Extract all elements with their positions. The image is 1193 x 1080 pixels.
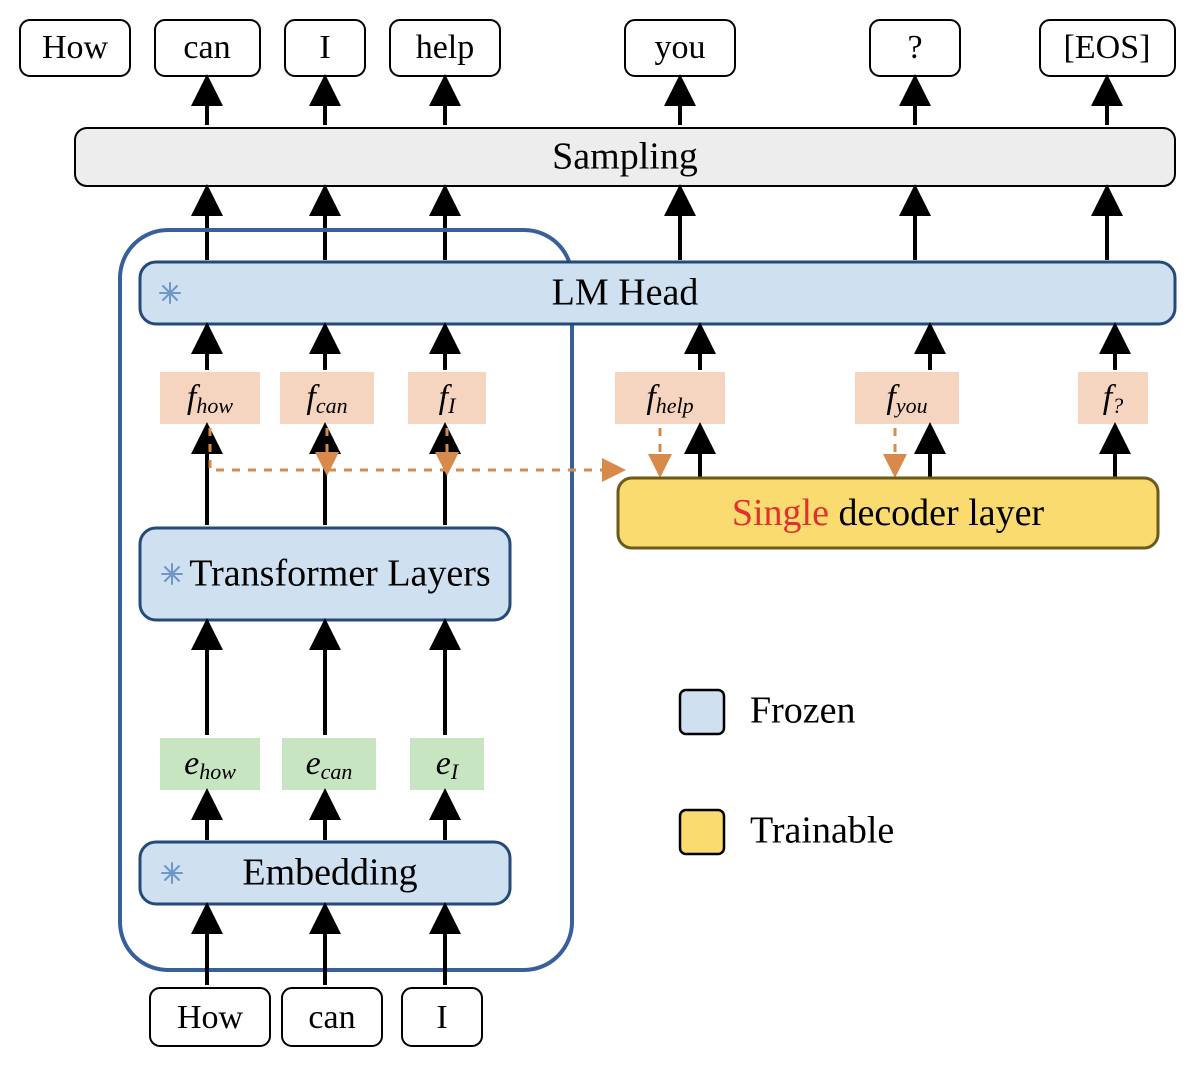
e-chip: ehow bbox=[160, 738, 260, 790]
diagram-canvas: How can I help you ? [EOS] bbox=[0, 0, 1193, 1080]
e-chip-row: ehow ecan eI bbox=[160, 738, 484, 790]
legend-trainable-label: Trainable bbox=[750, 810, 894, 852]
f-chip: f? bbox=[1078, 372, 1148, 424]
token-label: How bbox=[177, 999, 244, 1036]
f-chip: fyou bbox=[855, 372, 959, 424]
output-token: you bbox=[625, 20, 735, 76]
f-chip: fI bbox=[408, 372, 486, 424]
output-token: can bbox=[155, 20, 260, 76]
sampling-label: Sampling bbox=[552, 136, 698, 178]
token-label: How bbox=[42, 29, 109, 66]
input-token: I bbox=[402, 988, 482, 1046]
f-chip: fcan bbox=[280, 372, 374, 424]
input-token: can bbox=[282, 988, 382, 1046]
arrow-dashed bbox=[210, 428, 620, 470]
f-chip: fhelp bbox=[615, 372, 725, 424]
token-label: can bbox=[183, 29, 230, 66]
output-token: help bbox=[390, 20, 500, 76]
e-chip: eI bbox=[410, 738, 484, 790]
decoder-layer-block: Single decoder layer bbox=[618, 478, 1158, 548]
token-label: can bbox=[308, 999, 355, 1036]
f-chip: fhow bbox=[160, 372, 260, 424]
output-token: I bbox=[285, 20, 365, 76]
e-chip: ecan bbox=[282, 738, 376, 790]
legend-frozen-label: Frozen bbox=[750, 690, 856, 732]
output-token: How bbox=[20, 20, 130, 76]
snowflake-icon bbox=[160, 283, 180, 303]
snowflake-icon bbox=[162, 564, 182, 584]
token-label: [EOS] bbox=[1064, 29, 1151, 66]
legend-frozen-swatch bbox=[680, 690, 724, 734]
embedding-label: Embedding bbox=[242, 852, 417, 894]
decoder-layer-label: Single decoder layer bbox=[732, 492, 1045, 534]
embedding-block: Embedding bbox=[140, 842, 510, 904]
lm-head-block: LM Head bbox=[140, 262, 1175, 324]
f-chip-row: fhow fcan fI fhelp fyou f? bbox=[160, 372, 1148, 424]
legend: Frozen Trainable bbox=[680, 690, 894, 854]
transformer-layers-block: Transformer Layers bbox=[140, 528, 510, 620]
output-token: ? bbox=[870, 20, 960, 76]
token-label: ? bbox=[907, 29, 922, 66]
lm-head-label: LM Head bbox=[552, 272, 699, 314]
sampling-block: Sampling bbox=[75, 128, 1175, 186]
token-label: you bbox=[655, 29, 706, 66]
transformer-layers-label: Transformer Layers bbox=[189, 553, 490, 595]
input-token-row: How can I bbox=[150, 988, 482, 1046]
output-token: [EOS] bbox=[1040, 20, 1175, 76]
token-label: I bbox=[436, 999, 447, 1036]
legend-trainable-swatch bbox=[680, 810, 724, 854]
token-label: help bbox=[416, 29, 475, 66]
snowflake-icon bbox=[162, 863, 182, 883]
token-label: I bbox=[319, 29, 330, 66]
output-token-row: How can I help you ? [EOS] bbox=[20, 20, 1175, 76]
input-token: How bbox=[150, 988, 270, 1046]
